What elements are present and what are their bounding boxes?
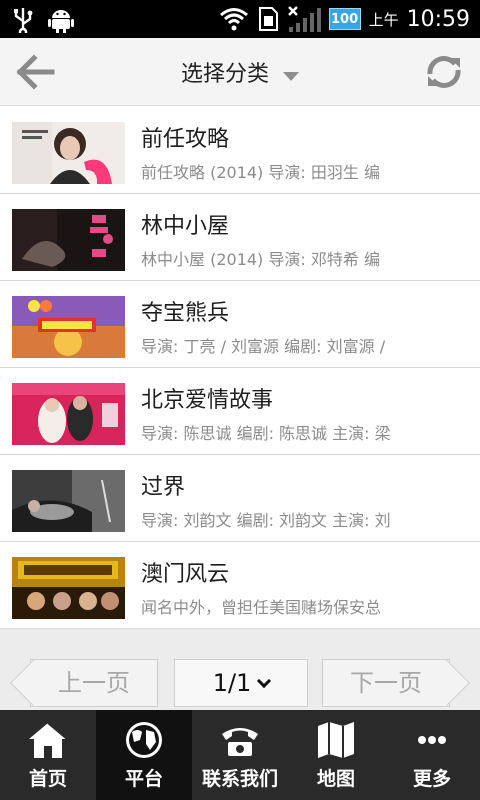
nav-item-contact[interactable]: 联系我们 — [192, 710, 288, 800]
nav-item-platform[interactable]: 平台 — [96, 710, 192, 800]
nav-label: 首页 — [28, 768, 67, 790]
category-selector[interactable]: 选择分类 — [0, 56, 480, 88]
page-indicator: 1/1 — [212, 669, 252, 697]
status-time: 10:59 — [406, 6, 470, 32]
refresh-button[interactable] — [422, 52, 466, 92]
item-title: 过界 — [141, 475, 186, 500]
nav-label: 更多 — [412, 768, 451, 790]
status-left-icons — [12, 6, 74, 34]
page-selector[interactable]: 1/1 — [174, 659, 308, 707]
globe-icon — [126, 722, 162, 758]
prev-page-button[interactable]: 上一页 — [30, 659, 158, 707]
sim-card-icon — [258, 7, 278, 31]
page-title: 选择分类 — [180, 62, 269, 87]
movie-poster-image — [12, 383, 125, 445]
list-item[interactable]: 澳门风云 闻名中外，曾担任美国赌场保安总 — [0, 542, 480, 629]
map-icon — [318, 722, 354, 758]
item-subtitle: 前任攻略 (2014) 导演: 田羽生 编 — [141, 163, 380, 182]
header-bar: 选择分类 — [0, 38, 480, 106]
nav-label: 平台 — [124, 768, 163, 790]
status-bar: 100 上午 10:59 — [0, 0, 480, 38]
movie-poster-image — [12, 296, 125, 358]
chevron-down-icon — [257, 673, 272, 689]
item-subtitle: 林中小屋 (2014) 导演: 邓特希 编 — [141, 250, 380, 269]
movie-poster-image — [12, 122, 125, 184]
item-title: 夺宝熊兵 — [141, 301, 230, 326]
movie-list: 前任攻略 前任攻略 (2014) 导演: 田羽生 编 林中小屋 林中小屋 (20… — [0, 107, 480, 629]
nav-label: 联系我们 — [201, 768, 278, 790]
item-subtitle: 导演: 陈思诚 编剧: 陈思诚 主演: 梁 — [141, 424, 391, 443]
wifi-icon — [219, 8, 248, 31]
list-item[interactable]: 林中小屋 林中小屋 (2014) 导演: 邓特希 编 — [0, 194, 480, 281]
pagination-bar: 上一页 1/1 下一页 — [0, 628, 480, 710]
chevron-down-icon — [283, 72, 299, 81]
item-subtitle: 导演: 刘韵文 编剧: 刘韵文 主演: 刘 — [141, 511, 391, 530]
nav-item-map[interactable]: 地图 — [288, 710, 384, 800]
next-page-label: 下一页 — [350, 669, 422, 697]
battery-icon: 100 — [328, 8, 361, 30]
movie-poster-image — [12, 470, 125, 532]
prev-page-label: 上一页 — [58, 669, 130, 697]
home-icon — [29, 722, 68, 758]
movie-poster-image — [12, 209, 125, 271]
status-ampm: 上午 — [368, 10, 399, 29]
nav-item-home[interactable]: 首页 — [0, 710, 96, 800]
item-subtitle: 闻名中外，曾担任美国赌场保安总 — [141, 598, 382, 617]
item-title: 前任攻略 — [141, 127, 230, 152]
list-item[interactable]: 夺宝熊兵 导演: 丁亮 / 刘富源 编剧: 刘富源 / — [0, 281, 480, 368]
next-page-button[interactable]: 下一页 — [322, 659, 450, 707]
nav-item-more[interactable]: 更多 — [384, 710, 480, 800]
status-right-icons: 100 上午 10:59 — [219, 4, 470, 34]
signal-icon — [287, 6, 321, 32]
movie-poster-image — [12, 557, 125, 619]
list-item[interactable]: 前任攻略 前任攻略 (2014) 导演: 田羽生 编 — [0, 107, 480, 194]
more-icon — [418, 736, 446, 744]
item-title: 北京爱情故事 — [141, 388, 274, 413]
list-item[interactable]: 过界 导演: 刘韵文 编剧: 刘韵文 主演: 刘 — [0, 455, 480, 542]
phone-icon — [222, 728, 258, 756]
nav-label: 地图 — [316, 768, 355, 790]
list-item[interactable]: 北京爱情故事 导演: 陈思诚 编剧: 陈思诚 主演: 梁 — [0, 368, 480, 455]
bottom-nav: 首页 平台 联系我们 地图 更多 — [0, 710, 480, 800]
item-title: 澳门风云 — [141, 562, 230, 587]
item-subtitle: 导演: 丁亮 / 刘富源 编剧: 刘富源 / — [141, 337, 386, 356]
refresh-icon — [427, 56, 461, 88]
android-icon — [48, 10, 74, 33]
usb-icon — [14, 8, 33, 33]
item-title: 林中小屋 — [141, 214, 230, 239]
